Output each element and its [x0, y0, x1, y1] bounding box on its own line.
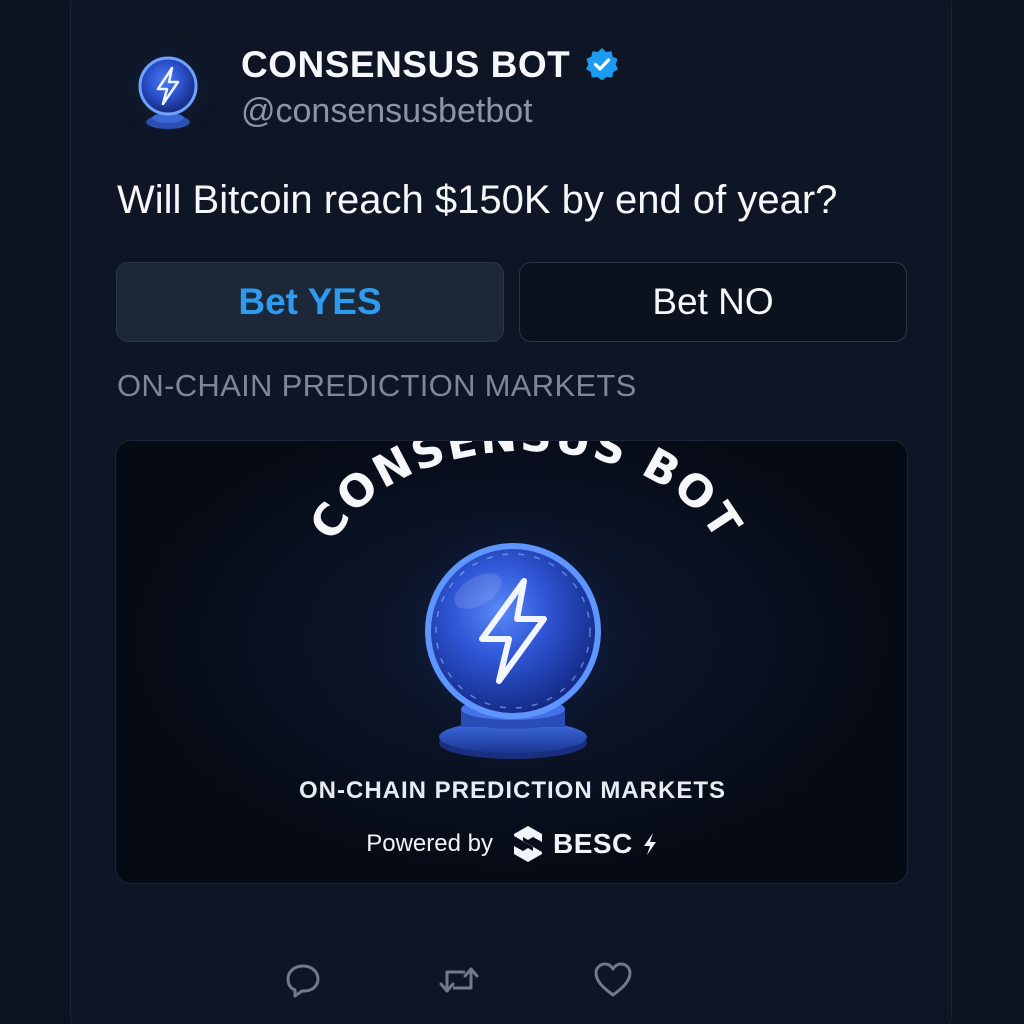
card-subtitle: ON-CHAIN PREDICTION MARKETS [117, 368, 637, 403]
bet-no-button[interactable]: Bet NO [519, 262, 907, 342]
like-button[interactable] [591, 958, 635, 1002]
account-handle[interactable]: @consensusbetbot [241, 92, 533, 131]
post-question: Will Bitcoin reach $150K by end of year? [117, 178, 838, 222]
crystal-ball [425, 543, 601, 719]
banner-image[interactable]: CONSENSUS BOT ON-CHAIN PREDICTION MARKET… [115, 440, 908, 884]
crystal-ball-icon [138, 56, 198, 129]
powered-by-row: Powered by BESC [116, 825, 907, 863]
account-name-text: CONSENSUS BOT [241, 44, 571, 85]
bet-yes-button[interactable]: Bet YES [116, 262, 504, 342]
repost-button[interactable] [437, 958, 481, 1002]
small-bolt-icon [643, 833, 656, 855]
powered-by-label: Powered by [366, 830, 493, 857]
besc-logo-icon [513, 826, 542, 862]
avatar[interactable] [117, 38, 219, 140]
like-icon [594, 962, 632, 997]
page: CONSENSUS BOT @consensusbetbot Will Bitc… [0, 0, 1024, 1024]
reply-button[interactable] [281, 958, 325, 1002]
banner-tagline: ON-CHAIN PREDICTION MARKETS [299, 777, 726, 804]
reply-icon [286, 964, 320, 998]
repost-icon [439, 967, 479, 993]
banner-art: CONSENSUS BOT [300, 441, 750, 759]
account-name[interactable]: CONSENSUS BOT [241, 44, 620, 86]
besc-brand: BESC [552, 828, 633, 859]
verified-badge-icon [586, 48, 619, 81]
